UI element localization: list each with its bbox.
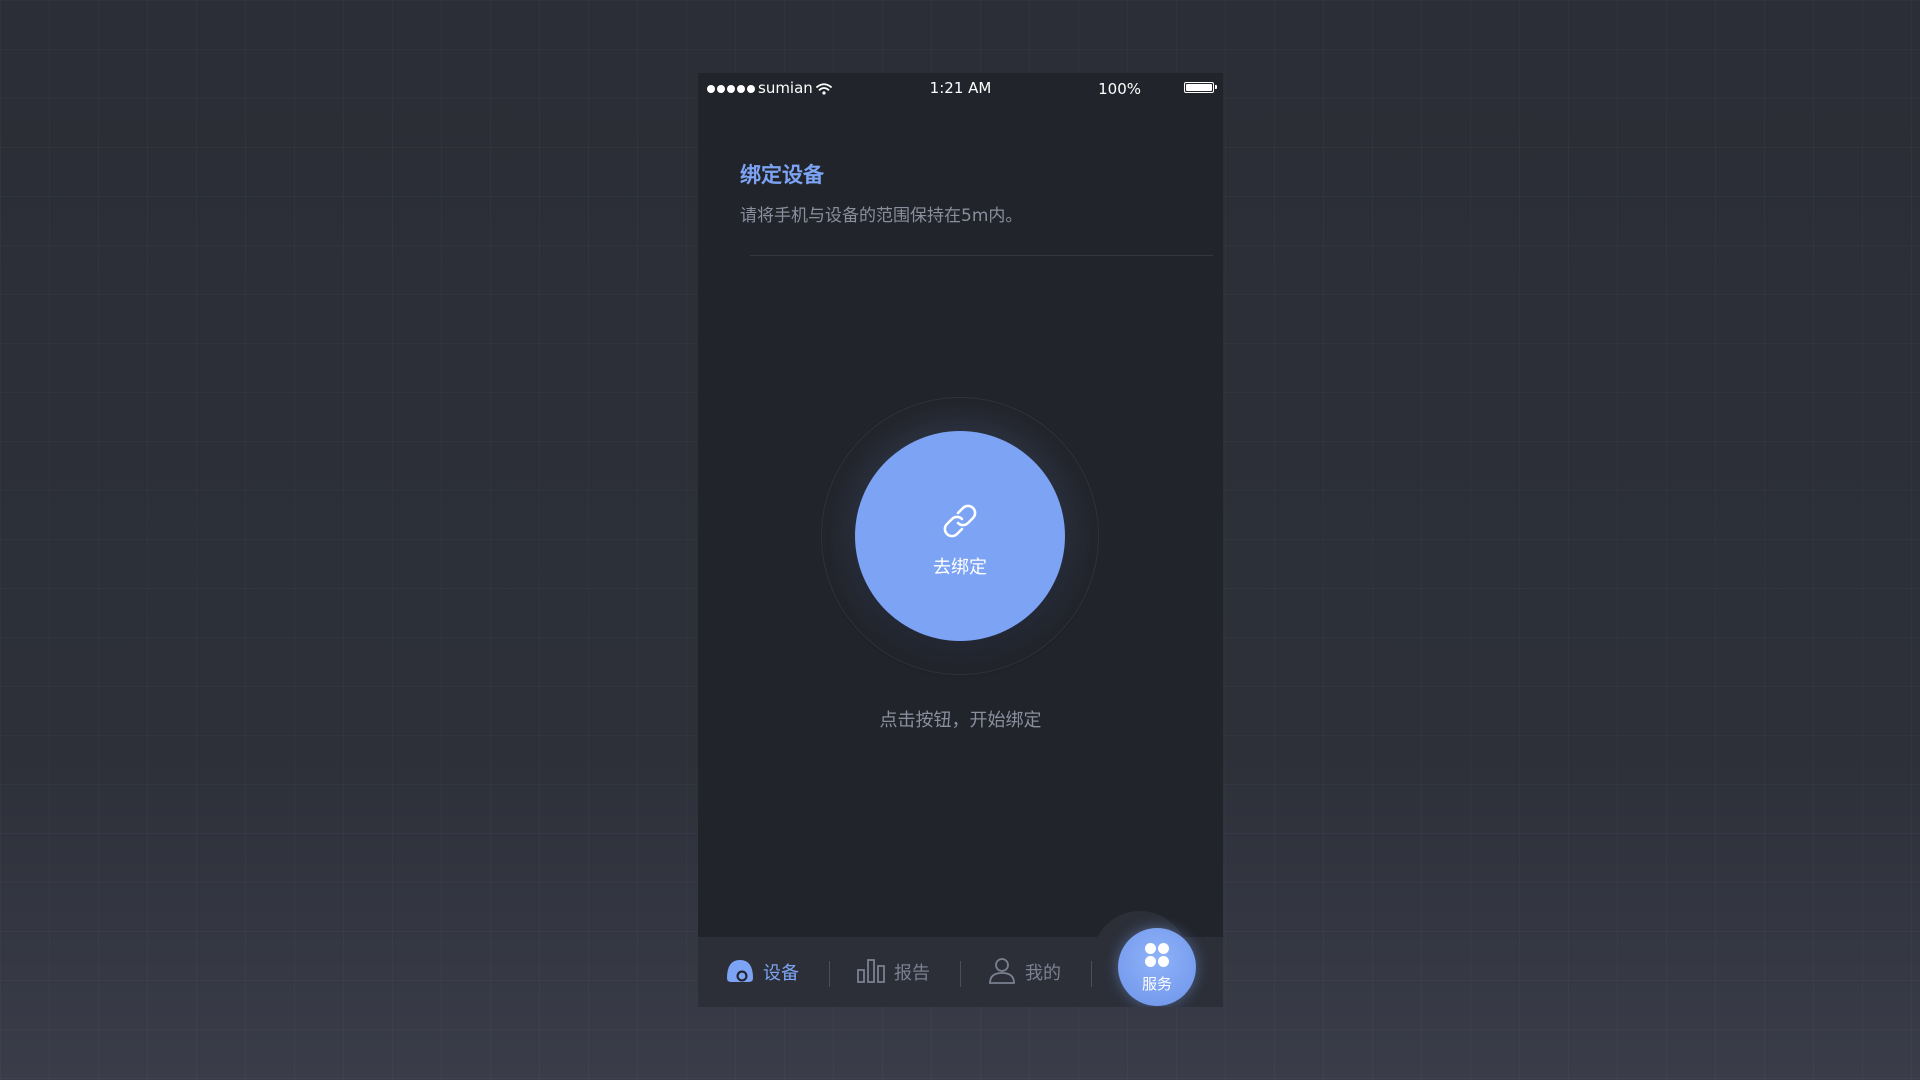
battery-icon	[1184, 82, 1217, 93]
header-divider	[750, 255, 1213, 256]
device-icon	[725, 956, 755, 988]
grid-icon	[1144, 942, 1170, 972]
tab-report[interactable]: 报告	[856, 937, 930, 1007]
bar-chart-icon	[856, 956, 886, 988]
user-icon	[987, 956, 1017, 988]
status-time: 1:21 AM	[929, 79, 992, 97]
service-fab-button[interactable]: 服务	[1118, 928, 1196, 1006]
tab-device[interactable]: 设备	[725, 937, 799, 1007]
tab-separator	[960, 961, 961, 987]
page-title: 绑定设备	[740, 163, 824, 187]
tab-separator	[829, 961, 830, 987]
status-bar: sumian 1:21 AM 100%	[698, 73, 1223, 103]
link-icon	[938, 499, 982, 547]
tab-label: 报告	[894, 963, 930, 984]
tab-mine[interactable]: 我的	[987, 937, 1061, 1007]
fab-label: 服务	[1141, 975, 1172, 993]
battery-percent: 100%	[1098, 80, 1141, 98]
tab-label: 设备	[763, 963, 799, 984]
page-subtitle: 请将手机与设备的范围保持在5m内。	[740, 206, 1023, 226]
phone-screen: sumian 1:21 AM 100% 绑定设备 请将手机与设备的范围保持在5m…	[698, 73, 1223, 1007]
bind-button-label: 去绑定	[933, 557, 987, 578]
bind-hint: 点击按钮，开始绑定	[879, 710, 1042, 731]
bind-button[interactable]: 去绑定	[855, 431, 1065, 641]
tab-label: 我的	[1025, 963, 1061, 984]
